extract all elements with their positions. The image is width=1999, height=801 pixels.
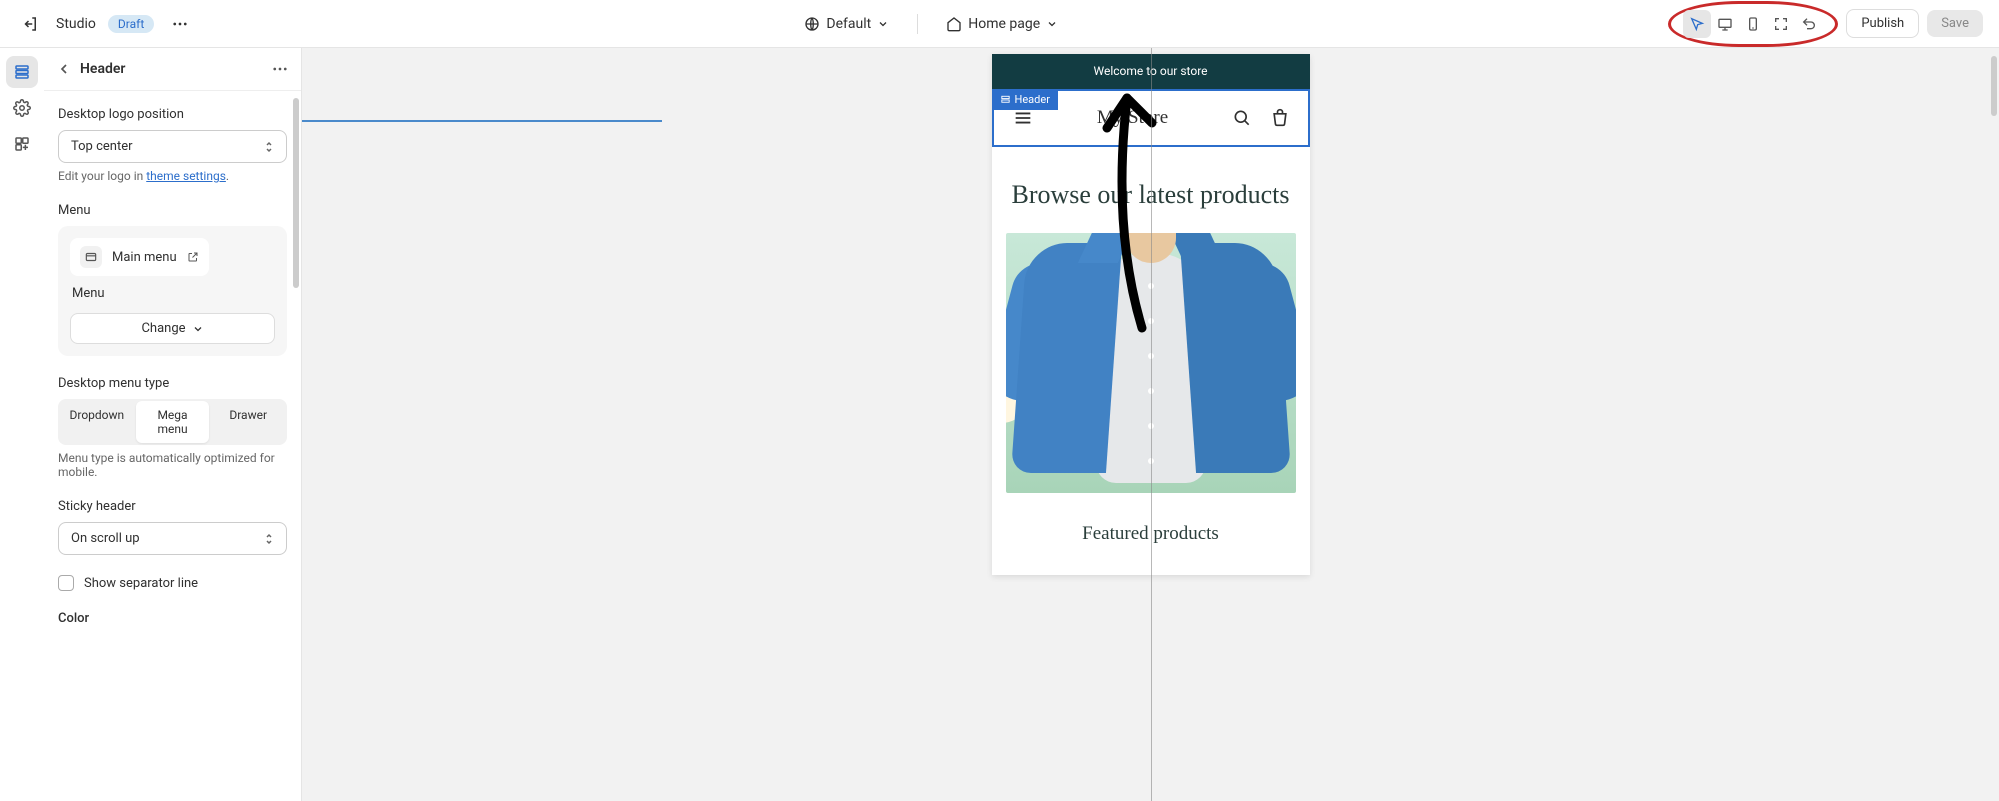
menu-type-field: Desktop menu type Dropdown Mega menu Dra…: [58, 376, 287, 479]
separator-field: Show separator line: [58, 575, 287, 591]
menu-sublabel: Menu: [70, 276, 275, 301]
field-label: Sticky header: [58, 499, 287, 514]
menu-card: Main menu Menu Change: [58, 226, 287, 356]
field-label: Desktop menu type: [58, 376, 287, 391]
menu-item-row[interactable]: Main menu: [70, 238, 209, 276]
field-label: Desktop logo position: [58, 107, 287, 122]
cart-icon[interactable]: [1270, 108, 1290, 128]
selection-guide-line: [302, 120, 662, 122]
mobile-view-button[interactable]: [1739, 10, 1767, 38]
scrollbar[interactable]: [293, 98, 299, 288]
section-label: Color: [58, 611, 287, 626]
separator-checkbox[interactable]: [58, 575, 74, 591]
sidebar-header: Header: [44, 48, 301, 91]
change-menu-button[interactable]: Change: [70, 313, 275, 344]
page-label: Home page: [968, 16, 1040, 32]
select-value: Top center: [71, 139, 133, 154]
canvas-area: Welcome to our store Header My Store: [302, 48, 1999, 801]
section-options-button[interactable]: [271, 60, 289, 78]
more-menu-button[interactable]: [166, 10, 194, 38]
seg-drawer[interactable]: Drawer: [211, 401, 285, 443]
hamburger-icon[interactable]: [1012, 107, 1034, 129]
logo-position-select[interactable]: Top center: [58, 130, 287, 163]
help-text: Menu type is automatically optimized for…: [58, 451, 287, 479]
settings-rail-button[interactable]: [6, 92, 38, 124]
top-bar: Studio Draft Default Home page: [0, 0, 1999, 48]
menu-icon: [80, 246, 102, 268]
mobile-preview-frame: Welcome to our store Header My Store: [992, 54, 1310, 575]
external-link-icon: [187, 251, 199, 263]
left-rail: [0, 48, 44, 801]
annotation-circle: [1668, 1, 1838, 47]
settings-sidebar: Header Desktop logo position Top center …: [44, 48, 302, 801]
menu-field: Menu Main menu Menu Change: [58, 203, 287, 356]
theme-settings-link[interactable]: theme settings: [146, 169, 226, 183]
sidebar-body: Desktop logo position Top center Edit yo…: [44, 91, 301, 794]
help-text: Edit your logo in theme settings.: [58, 169, 287, 183]
store-name: My Store: [1097, 107, 1168, 129]
exit-editor-button[interactable]: [16, 10, 44, 38]
sections-rail-button[interactable]: [6, 56, 38, 88]
draft-badge: Draft: [108, 15, 154, 33]
search-icon[interactable]: [1232, 108, 1252, 128]
center-guide-line: [1151, 48, 1152, 801]
view-toggle-group: [1681, 8, 1825, 40]
sidebar-title: Header: [80, 61, 125, 77]
menu-name: Main menu: [112, 250, 177, 265]
field-label: Menu: [58, 203, 287, 218]
sticky-header-field: Sticky header On scroll up: [58, 499, 287, 555]
locale-label: Default: [826, 16, 871, 32]
sticky-header-select[interactable]: On scroll up: [58, 522, 287, 555]
apps-rail-button[interactable]: [6, 128, 38, 160]
back-button[interactable]: [56, 61, 72, 77]
select-value: On scroll up: [71, 531, 140, 546]
caret-icon: [264, 140, 274, 154]
logo-position-field: Desktop logo position Top center Edit yo…: [58, 107, 287, 183]
theme-name: Studio: [56, 16, 96, 32]
page-selector[interactable]: Home page: [946, 16, 1058, 32]
undo-button[interactable]: [1795, 10, 1823, 38]
caret-icon: [264, 532, 274, 546]
menu-type-segmented: Dropdown Mega menu Drawer: [58, 399, 287, 445]
selection-tag[interactable]: Header: [992, 89, 1058, 110]
fullscreen-view-button[interactable]: [1767, 10, 1795, 38]
checkbox-label: Show separator line: [84, 576, 198, 591]
save-button: Save: [1927, 10, 1983, 37]
main-layout: Header Desktop logo position Top center …: [0, 48, 1999, 801]
seg-dropdown[interactable]: Dropdown: [60, 401, 134, 443]
divider: [917, 14, 918, 34]
publish-button[interactable]: Publish: [1846, 9, 1919, 38]
color-section: Color: [58, 611, 287, 626]
desktop-view-button[interactable]: [1711, 10, 1739, 38]
locale-selector[interactable]: Default: [804, 16, 889, 32]
canvas-scrollbar[interactable]: [1991, 56, 1997, 116]
inspector-view-button[interactable]: [1683, 10, 1711, 38]
seg-mega-menu[interactable]: Mega menu: [136, 401, 210, 443]
